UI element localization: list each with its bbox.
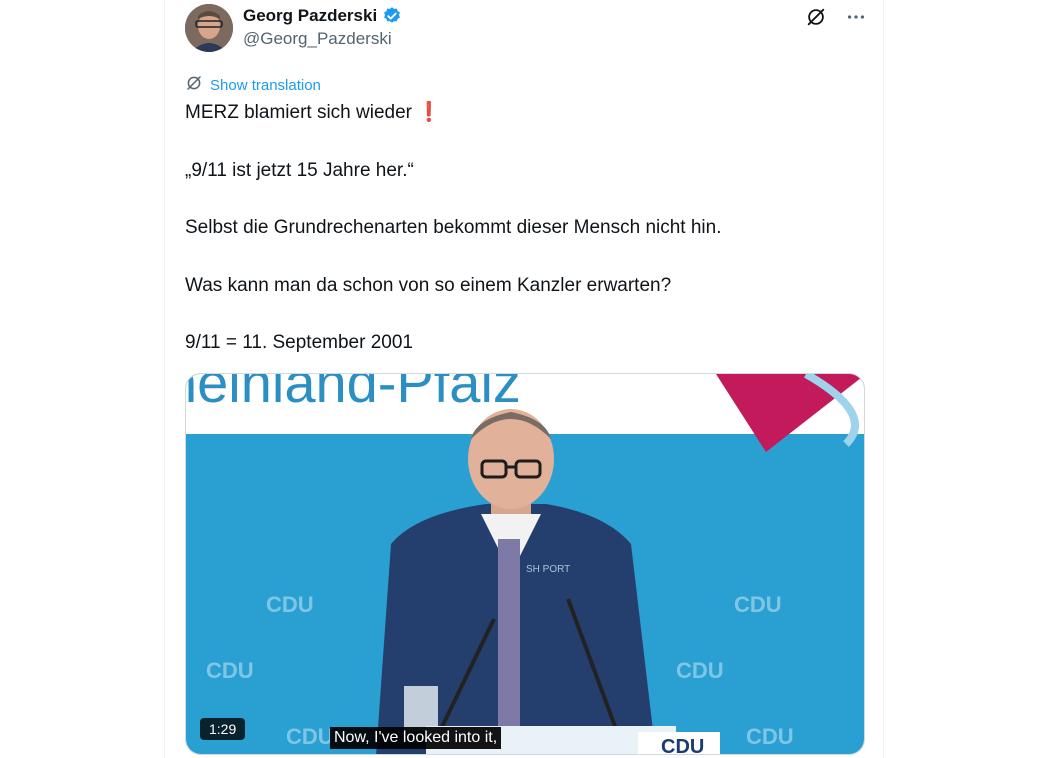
- author-block: Georg Pazderski @Georg_Pazderski: [243, 6, 402, 49]
- show-translation-label[interactable]: Show translation: [210, 77, 321, 94]
- cdu-wall-logo: CDU: [676, 658, 724, 683]
- translate-icon: [185, 74, 203, 96]
- video-frame: heinland-Pfalz CDU CDU CDU CDU CDU CDU C…: [186, 374, 864, 755]
- backdrop-text: heinland-Pfalz: [186, 374, 521, 414]
- grok-icon[interactable]: [805, 6, 827, 28]
- author-handle[interactable]: @Georg_Pazderski: [243, 29, 402, 49]
- cdu-wall-logo: CDU: [206, 658, 254, 683]
- tweet-line: Selbst die Grundrechenarten bekommt dies…: [185, 217, 722, 238]
- tweet-line: Was kann man da schon von so einem Kanzl…: [185, 274, 672, 296]
- video-watermark: SH PORT: [526, 564, 570, 575]
- cdu-wall-logo: CDU: [746, 724, 794, 749]
- cdu-wall-logo: CDU: [266, 592, 314, 617]
- exclamation-emoji: ❗: [417, 102, 441, 123]
- show-translation-link[interactable]: Show translation: [185, 74, 321, 96]
- video-player[interactable]: heinland-Pfalz CDU CDU CDU CDU CDU CDU C…: [185, 373, 865, 755]
- tweet-line: 9/11 = 11. September 2001: [185, 332, 413, 353]
- cdu-wall-logo: CDU: [734, 592, 782, 617]
- tweet-column: Georg Pazderski @Georg_Pazderski Show tr…: [164, 0, 884, 758]
- cdu-wall-logo: CDU: [286, 724, 334, 749]
- podium-cdu-logo: CDU: [661, 736, 704, 755]
- video-duration: 1:29: [200, 718, 246, 740]
- tweet-top-actions: [805, 6, 867, 28]
- tweet-text: MERZ blamiert sich wieder ❗ „9/11 ist je…: [185, 101, 865, 389]
- verified-badge-icon: [382, 6, 402, 26]
- tweet-line: „9/11 ist jetzt 15 Jahre her.“: [185, 159, 414, 181]
- avatar[interactable]: [185, 4, 233, 52]
- video-subtitle: Now, I've looked into it,: [330, 727, 502, 749]
- more-icon[interactable]: [845, 6, 867, 28]
- author-name[interactable]: Georg Pazderski: [243, 6, 377, 26]
- tweet-line: MERZ blamiert sich wieder ❗: [185, 102, 441, 123]
